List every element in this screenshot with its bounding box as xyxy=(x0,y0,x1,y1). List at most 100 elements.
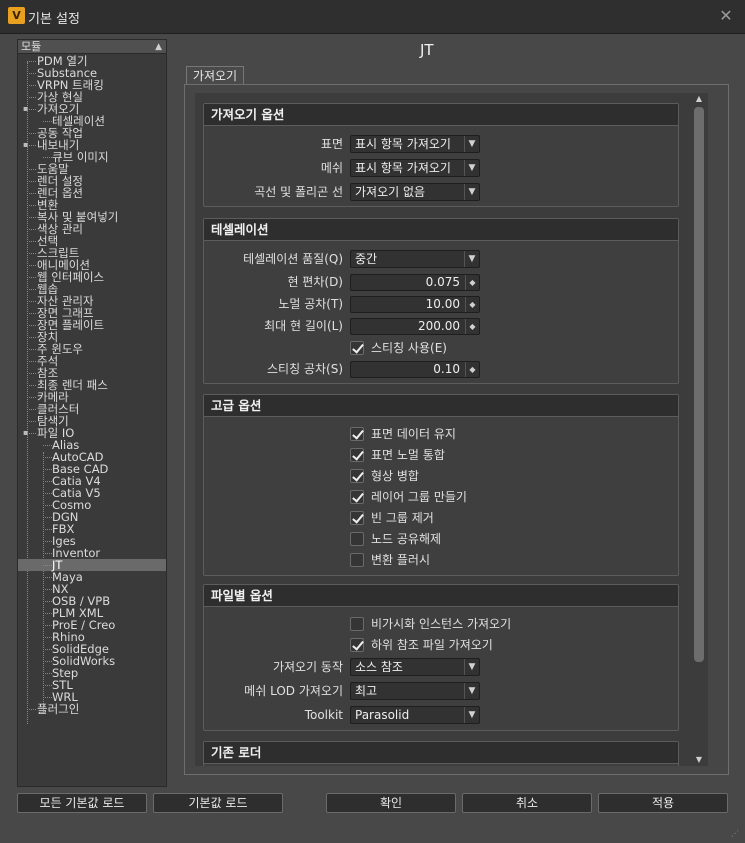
tree-connector xyxy=(27,97,36,98)
tree-item[interactable]: Catia V5 xyxy=(18,487,166,499)
tree-connector xyxy=(27,313,36,314)
surface-combo[interactable]: 표시 항목 가져오기 ▼ xyxy=(350,135,480,153)
chevron-down-icon: ▼ xyxy=(464,683,479,699)
advanced-option-checkbox[interactable]: 변환 플러시 xyxy=(350,552,550,568)
tree-expander-icon[interactable]: ▪ xyxy=(23,429,28,437)
max-chord-spinbox[interactable]: 200.00 ◆ xyxy=(350,318,480,335)
tree-item[interactable]: Cosmo xyxy=(18,499,166,511)
group-header: 파일별 옵션 xyxy=(204,585,678,607)
group-header: 가져오기 옵션 xyxy=(204,104,678,126)
advanced-option-checkbox[interactable]: 형상 병합 xyxy=(350,468,550,484)
checkbox-unchecked-icon xyxy=(350,553,364,567)
spin-arrows-icon[interactable]: ◆ xyxy=(465,362,479,377)
tree-connector xyxy=(27,265,36,266)
scrollbar-thumb[interactable] xyxy=(694,107,704,662)
tree-item[interactable]: STL xyxy=(18,679,166,691)
tree-expander-icon[interactable]: ▪ xyxy=(23,141,28,149)
scroll-up-icon[interactable]: ▲ xyxy=(692,93,706,105)
advanced-option-checkbox[interactable]: 노드 공유해제 xyxy=(350,531,550,547)
resize-grip-icon[interactable]: ⋰ xyxy=(731,829,741,839)
vertical-scrollbar[interactable]: ▲ ▼ xyxy=(692,93,706,766)
spin-arrows-icon[interactable]: ◆ xyxy=(465,275,479,290)
advanced-option-label: 변환 플러시 xyxy=(371,553,431,567)
tree-item[interactable]: FBX xyxy=(18,523,166,535)
tree-item[interactable]: JT xyxy=(18,559,166,571)
tree-item[interactable]: ▪ 파일 IO xyxy=(18,427,166,439)
close-icon[interactable]: ✕ xyxy=(717,7,735,25)
tree-connector xyxy=(43,589,52,590)
advanced-option-checkbox[interactable]: 빈 그룹 제거 xyxy=(350,510,550,526)
normal-tol-value: 10.00 xyxy=(425,297,460,311)
surface-combo-value: 표시 항목 가져오기 xyxy=(355,137,451,151)
spin-arrows-icon[interactable]: ◆ xyxy=(465,297,479,312)
tree-connector xyxy=(43,637,52,638)
tree-connector xyxy=(27,325,36,326)
toolkit-label: Toolkit xyxy=(304,708,343,722)
tab-import[interactable]: 가져오기 xyxy=(186,66,244,85)
normal-tol-spinbox[interactable]: 10.00 ◆ xyxy=(350,296,480,313)
group-header: 고급 옵션 xyxy=(204,395,678,417)
settings-scroll-area: 가져오기 옵션 표면 표시 항목 가져오기 ▼ 메쉬 표시 항목 가져오기 ▼ … xyxy=(195,93,708,766)
cancel-button[interactable]: 취소 xyxy=(462,793,592,813)
tree-item[interactable]: SolidWorks xyxy=(18,655,166,667)
tree-connector xyxy=(43,529,52,530)
tree-connector xyxy=(27,337,36,338)
mesh-combo-value: 표시 항목 가져오기 xyxy=(355,161,451,175)
tree-expander-icon[interactable]: ▪ xyxy=(23,105,28,113)
tree-connector xyxy=(27,73,36,74)
mesh-lod-combo[interactable]: 최고 ▼ xyxy=(350,682,480,700)
chevron-down-icon: ▼ xyxy=(464,659,479,675)
load-defaults-button[interactable]: 기본값 로드 xyxy=(153,793,283,813)
sort-arrow-icon: ▲ xyxy=(155,42,162,52)
tree-item[interactable]: Inventor xyxy=(18,547,166,559)
checkbox-checked-icon xyxy=(350,469,364,483)
window-title: 기본 설정 xyxy=(28,12,80,27)
tree-item[interactable]: Maya xyxy=(18,571,166,583)
tree-connector xyxy=(27,421,36,422)
curves-label: 곡선 및 폴리곤 선 xyxy=(254,185,343,199)
invisible-instances-checkbox[interactable]: 비가시화 인스턴스 가져오기 xyxy=(350,616,550,632)
chord-dev-spinbox[interactable]: 0.075 ◆ xyxy=(350,274,480,291)
tree-connector xyxy=(43,457,52,458)
tree-item-label: 플러그인 xyxy=(37,702,80,716)
tree-connector xyxy=(27,349,36,350)
tess-quality-combo[interactable]: 중간 ▼ xyxy=(350,250,480,268)
tree-item[interactable]: Step xyxy=(18,667,166,679)
toolkit-combo[interactable]: Parasolid ▼ xyxy=(350,706,480,724)
checkbox-checked-icon xyxy=(350,490,364,504)
tree-header[interactable]: 모듈 ▲ xyxy=(18,40,166,54)
scroll-down-icon[interactable]: ▼ xyxy=(692,754,706,766)
tree-connector xyxy=(27,301,36,302)
ok-button[interactable]: 확인 xyxy=(326,793,456,813)
stitching-use-checkbox[interactable]: 스티칭 사용(E) xyxy=(350,340,480,356)
module-tree[interactable]: 모듈 ▲ PDM 열기 Substance VRPN 트래킹 가상 현실 ▪ 가져오기 테셀… xyxy=(17,39,167,787)
tree-item[interactable]: ProE / Creo xyxy=(18,619,166,631)
tree-connector xyxy=(27,373,36,374)
checkbox-checked-icon xyxy=(350,427,364,441)
tree-connector xyxy=(43,517,52,518)
advanced-option-label: 표면 데이터 유지 xyxy=(371,427,456,441)
tree-connector xyxy=(43,685,52,686)
tree-item[interactable]: 플러그인 xyxy=(18,703,166,715)
tree-item[interactable]: DGN xyxy=(18,511,166,523)
tess-quality-value: 중간 xyxy=(355,252,378,266)
tree-connector xyxy=(27,181,36,182)
spin-arrows-icon[interactable]: ◆ xyxy=(465,319,479,334)
subref-files-checkbox[interactable]: 하위 참조 파일 가져오기 xyxy=(350,637,550,653)
import-behavior-combo[interactable]: 소스 참조 ▼ xyxy=(350,658,480,676)
chevron-down-icon: ▼ xyxy=(464,707,479,723)
checkbox-checked-icon xyxy=(350,511,364,525)
advanced-option-checkbox[interactable]: 표면 노멀 통합 xyxy=(350,447,550,463)
apply-button[interactable]: 적용 xyxy=(598,793,728,813)
invisible-instances-label: 비가시화 인스턴스 가져오기 xyxy=(371,617,512,631)
import-behavior-label: 가져오기 동작 xyxy=(272,660,343,674)
advanced-option-checkbox[interactable]: 표면 데이터 유지 xyxy=(350,426,550,442)
advanced-option-label: 노드 공유해제 xyxy=(371,532,442,546)
tree-connector xyxy=(43,649,52,650)
load-all-defaults-button[interactable]: 모든 기본값 로드 xyxy=(17,793,147,813)
mesh-combo[interactable]: 표시 항목 가져오기 ▼ xyxy=(350,159,480,177)
advanced-option-checkbox[interactable]: 레이어 그룹 만들기 xyxy=(350,489,550,505)
app-logo-icon: V xyxy=(8,7,25,24)
stitch-tol-spinbox[interactable]: 0.10 ◆ xyxy=(350,361,480,378)
curves-combo[interactable]: 가져오기 없음 ▼ xyxy=(350,183,480,201)
